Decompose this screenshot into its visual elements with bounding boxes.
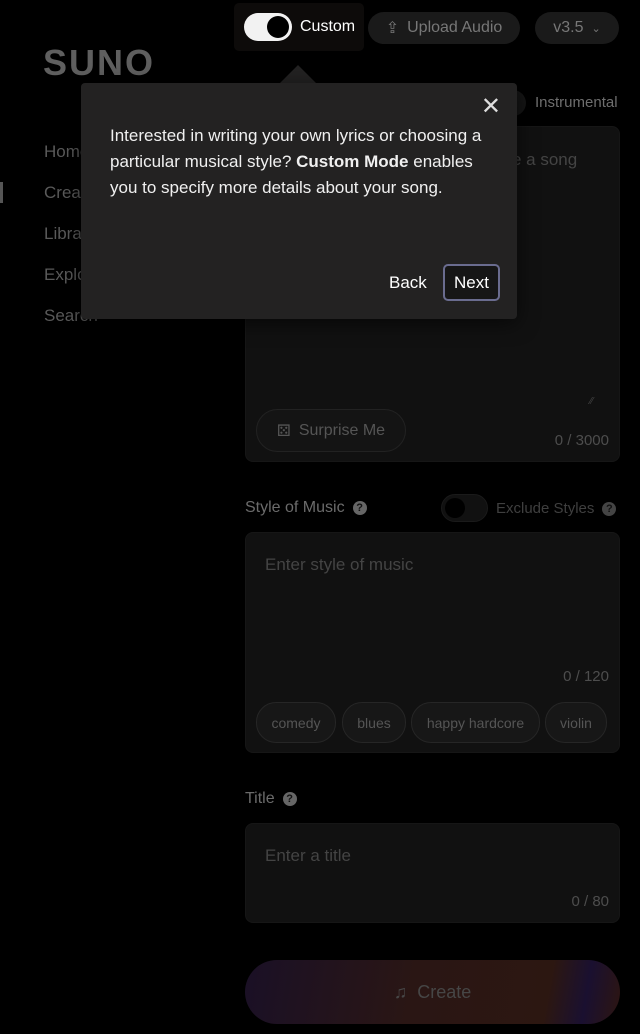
surprise-me-button[interactable]: ⚄ Surprise Me [256, 409, 406, 452]
upload-audio-button[interactable]: ⇪ Upload Audio [368, 12, 520, 44]
custom-label: Custom [300, 18, 356, 35]
upload-label: Upload Audio [407, 19, 503, 36]
custom-toggle[interactable] [244, 13, 292, 41]
active-indicator [0, 182, 3, 203]
help-icon[interactable]: ? [602, 501, 617, 516]
lyrics-placeholder: e a song [512, 150, 578, 169]
style-chip[interactable]: happy hardcore [411, 702, 540, 743]
title-input[interactable] [245, 823, 620, 923]
title-placeholder: Enter a title [265, 846, 351, 865]
suno-logo[interactable]: SUNO [43, 42, 155, 84]
create-label: Create [417, 981, 472, 1002]
resize-handle-icon[interactable]: ⁄⁄ [590, 396, 593, 407]
music-sparkle-icon: ♫ [393, 981, 408, 1002]
version-label: v3.5 [553, 19, 584, 36]
style-chip[interactable]: violin [545, 702, 607, 743]
exclude-styles-label: Exclude Styles? [496, 500, 617, 517]
chevron-down-icon: ⌄ [591, 22, 601, 35]
style-placeholder: Enter style of music [265, 555, 414, 574]
dice-icon: ⚄ [276, 422, 291, 440]
version-select[interactable]: v3.5 ⌄ [535, 12, 619, 44]
back-button[interactable]: Back [389, 273, 427, 293]
upload-icon: ⇪ [385, 20, 400, 37]
style-chip[interactable]: blues [342, 702, 406, 743]
style-counter: 0 / 120 [563, 668, 609, 685]
title-counter: 0 / 80 [571, 893, 609, 910]
style-label: Style of Music? [245, 499, 367, 517]
create-button[interactable]: ♫ Create [245, 960, 620, 1024]
help-icon[interactable]: ? [282, 792, 297, 806]
custom-mode-popover: ✕ Interested in writing your own lyrics … [81, 83, 517, 319]
popover-text: Interested in writing your own lyrics or… [110, 126, 482, 197]
style-chip[interactable]: comedy [256, 702, 336, 743]
help-icon[interactable]: ? [352, 501, 367, 515]
popover-arrow [280, 65, 316, 83]
next-button[interactable]: Next [443, 264, 500, 301]
title-label: Title? [245, 790, 297, 808]
close-icon[interactable]: ✕ [481, 95, 501, 119]
exclude-styles-toggle[interactable] [441, 494, 488, 522]
surprise-label: Surprise Me [298, 421, 386, 439]
lyrics-counter: 0 / 3000 [554, 432, 609, 449]
instrumental-label: Instrumental [535, 94, 618, 111]
